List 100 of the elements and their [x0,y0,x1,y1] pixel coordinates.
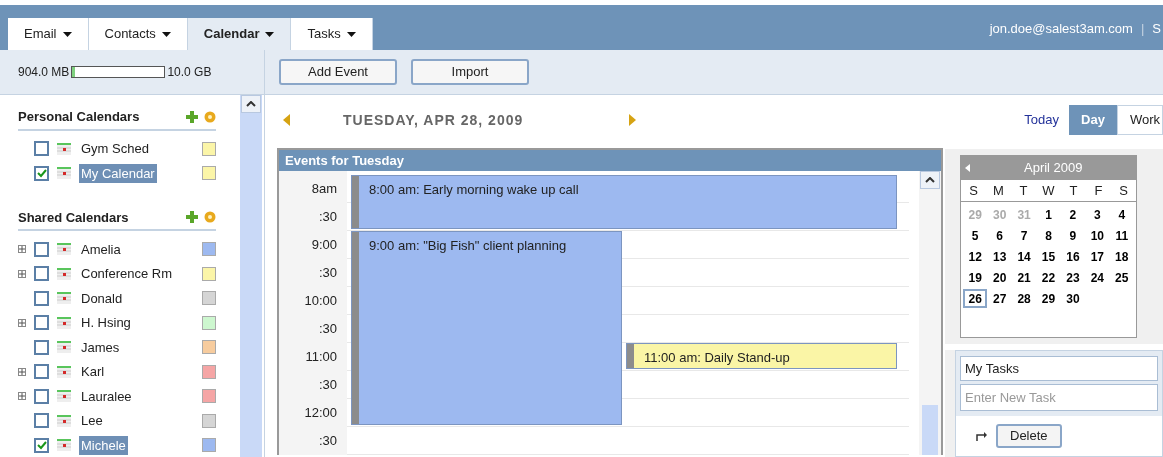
calendar-day[interactable]: 12 [963,247,988,266]
settings-icon[interactable] [204,111,216,123]
previous-arrow-icon[interactable] [283,114,291,126]
current-date: TUESDAY, APR 28, 2009 [343,110,525,130]
checkbox[interactable] [34,388,49,404]
toolbar-button[interactable]: Add Event [279,59,397,85]
add-icon[interactable] [186,211,198,224]
calendar-day[interactable]: 17 [1085,247,1110,266]
calendar-day[interactable]: 22 [1036,268,1061,287]
section-title: Personal Calendars [18,108,141,126]
scrollbar[interactable] [240,95,262,457]
nav-tab[interactable]: Calendar [187,18,292,50]
color-swatch[interactable] [202,242,216,257]
scroll-thumb[interactable] [922,405,938,455]
calendar-day[interactable]: 30 [1060,289,1086,308]
month-title: April 2009 [1024,159,1083,178]
calendar-name[interactable]: Lee [79,411,105,431]
checkbox[interactable] [34,290,49,306]
color-swatch[interactable] [202,389,216,404]
time-label: :30 [318,376,337,394]
calendar-day[interactable]: 11 [1109,226,1134,245]
checkbox[interactable] [34,437,49,453]
calendar-icon [57,243,71,256]
calendar-day[interactable]: 8 [1036,226,1061,245]
expand-icon[interactable] [18,367,26,376]
checkbox[interactable] [34,141,49,157]
scrollbar[interactable] [919,171,941,455]
calendar-day[interactable]: 27 [987,289,1012,308]
calendar-day[interactable]: 19 [963,268,988,287]
calendar-event[interactable]: 9:00 am: "Big Fish" client planning [351,231,622,425]
calendar-name[interactable]: Amelia [79,239,123,259]
checkbox[interactable] [34,413,49,429]
calendar-day[interactable]: 3 [1085,205,1110,224]
toolbar-button[interactable]: Import [411,59,529,85]
calendar-event[interactable]: 11:00 am: Daily Stand-up [626,343,897,369]
calendar-day[interactable]: 4 [1109,205,1134,224]
calendar-day[interactable]: 25 [1109,268,1134,287]
color-swatch[interactable] [202,166,216,181]
calendar-day[interactable]: 23 [1060,268,1086,287]
color-swatch[interactable] [202,315,216,330]
calendar-event[interactable]: 8:00 am: Early morning wake up call [351,175,897,229]
calendar-day[interactable]: 29 [1036,289,1061,308]
checkbox[interactable] [34,339,49,355]
checkbox[interactable] [34,364,49,380]
calendar-day[interactable]: 26 [963,289,988,308]
calendar-day[interactable]: 16 [1060,247,1086,266]
settings-icon[interactable] [204,211,216,223]
user-email: jon.doe@salest3am.com [989,20,1133,38]
calendar-day[interactable]: 6 [987,226,1012,245]
today-link[interactable]: Today [1024,110,1060,130]
nav-tab[interactable]: Tasks [291,18,373,50]
scroll-up-button[interactable] [920,171,940,189]
expand-icon[interactable] [18,269,26,278]
color-swatch[interactable] [202,438,216,453]
calendar-name[interactable]: Donald [79,288,125,308]
calendar-name[interactable]: H. Hsing [79,313,133,333]
scroll-up-button[interactable] [241,95,261,113]
color-swatch[interactable] [202,340,216,355]
calendar-day[interactable]: 5 [963,226,988,245]
color-swatch[interactable] [202,266,216,281]
storage-total: 10.0 GB [167,64,212,81]
nav-tab[interactable]: Email [8,18,89,50]
color-swatch[interactable] [202,364,216,379]
add-icon[interactable] [186,110,198,123]
calendar-day[interactable]: 20 [987,268,1012,287]
checkbox[interactable] [34,266,49,282]
calendar-day[interactable]: 24 [1085,268,1110,287]
next-arrow-icon[interactable] [628,114,636,126]
checkbox[interactable] [34,315,49,331]
calendar-day[interactable]: 28 [1011,289,1037,308]
calendar-day[interactable]: 2 [1060,205,1086,224]
task-list-dropdown[interactable]: My Tasks [960,356,1158,381]
calendar-day[interactable]: 10 [1085,226,1110,245]
nav-tab[interactable]: Contacts [88,18,188,50]
expand-icon[interactable] [18,392,26,401]
new-task-field[interactable]: Enter New Task [960,384,1158,411]
calendar-day[interactable]: 7 [1011,226,1037,245]
color-swatch[interactable] [202,141,216,156]
color-swatch[interactable] [202,291,216,306]
calendar-name[interactable]: Karl [79,362,107,382]
calendar-day[interactable]: 9 [1060,226,1086,245]
previous-month-icon[interactable] [965,164,970,172]
calendar-day[interactable]: 18 [1109,247,1134,266]
calendar-day[interactable]: 1 [1036,205,1061,224]
view-tab[interactable]: Work [1116,105,1163,135]
color-swatch[interactable] [202,413,216,428]
calendar-day[interactable]: 14 [1011,247,1037,266]
calendar-day[interactable]: 21 [1011,268,1037,287]
checkbox[interactable] [34,165,49,181]
delete-button[interactable]: Delete [996,424,1062,448]
calendar-name[interactable]: James [79,337,122,357]
calendar-day[interactable]: 15 [1036,247,1061,266]
checkbox[interactable] [34,241,49,257]
calendar-day[interactable]: 13 [987,247,1012,266]
expand-icon[interactable] [18,245,26,254]
expand-icon[interactable] [18,318,26,327]
time-label: 9:00 [311,236,337,254]
calendar-name[interactable]: Conference Rm [79,264,175,284]
calendar-name[interactable]: Lauralee [79,386,134,406]
calendar-name[interactable]: Gym Sched [79,139,151,159]
